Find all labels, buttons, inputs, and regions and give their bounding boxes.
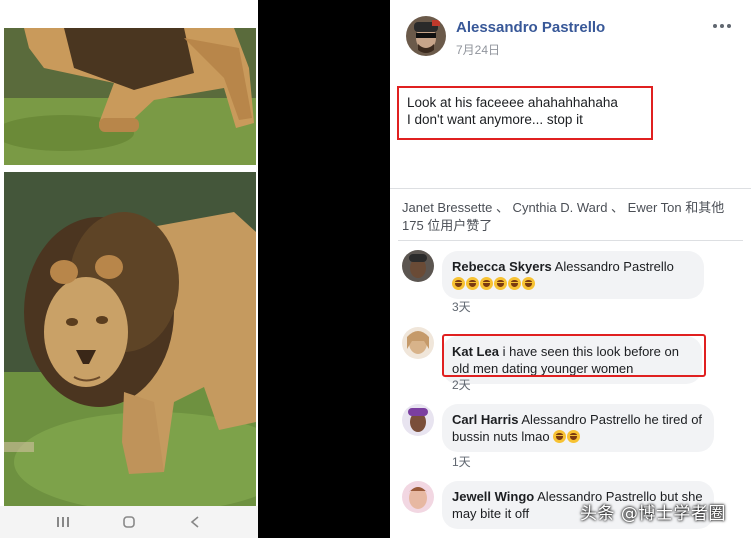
lion-photo-main	[4, 172, 256, 506]
comment-author-name[interactable]: Jewell Wingo	[452, 489, 534, 504]
more-options-button[interactable]	[713, 18, 733, 34]
post-timestamp[interactable]: 7月24日	[456, 41, 500, 58]
android-nav-bar	[0, 506, 258, 538]
back-icon[interactable]	[183, 512, 207, 532]
comment-timestamp[interactable]: 1天	[452, 453, 471, 470]
post-text-line: I don't want anymore... stop it	[407, 112, 583, 127]
comment-bubble: Carl Harris Alessandro Pastrello he tire…	[442, 404, 714, 452]
avatar[interactable]	[402, 481, 434, 513]
avatar[interactable]	[402, 404, 434, 436]
likes-summary[interactable]: Janet Bressette 、 Cynthia D. Ward 、 Ewer…	[402, 199, 742, 235]
comment-timestamp[interactable]: 3天	[452, 298, 471, 315]
home-icon[interactable]	[117, 512, 141, 532]
comment-author-name[interactable]: Carl Harris	[452, 412, 518, 427]
post-author-name[interactable]: Alessandro Pastrello	[456, 19, 605, 36]
recent-apps-icon[interactable]	[51, 512, 75, 532]
comment-highlight-box	[442, 334, 706, 377]
comment-author-name[interactable]: Rebecca Skyers	[452, 259, 552, 274]
divider	[390, 188, 751, 189]
facebook-post: Alessandro Pastrello 7月24日 Look at his f…	[390, 0, 751, 538]
avatar[interactable]	[406, 16, 446, 56]
comment-timestamp[interactable]: 2天	[452, 376, 471, 393]
laughing-emoji-icon	[452, 276, 536, 291]
avatar[interactable]	[402, 250, 434, 282]
post-body-highlight: Look at his faceeee ahahahhahaha I don't…	[397, 86, 653, 140]
post-header: Alessandro Pastrello 7月24日	[390, 0, 751, 66]
comment-text: Alessandro Pastrello	[554, 259, 674, 274]
lion-photo-top	[4, 28, 256, 165]
post-text-line: Look at his faceeee ahahahhahaha	[407, 95, 618, 110]
watermark: 头条 @博士学者圈	[580, 504, 726, 524]
phone-screenshot	[0, 0, 258, 538]
avatar[interactable]	[402, 327, 434, 359]
laughing-emoji-icon	[553, 429, 581, 444]
divider	[398, 240, 743, 241]
comment-bubble: Rebecca Skyers Alessandro Pastrello	[442, 251, 704, 299]
